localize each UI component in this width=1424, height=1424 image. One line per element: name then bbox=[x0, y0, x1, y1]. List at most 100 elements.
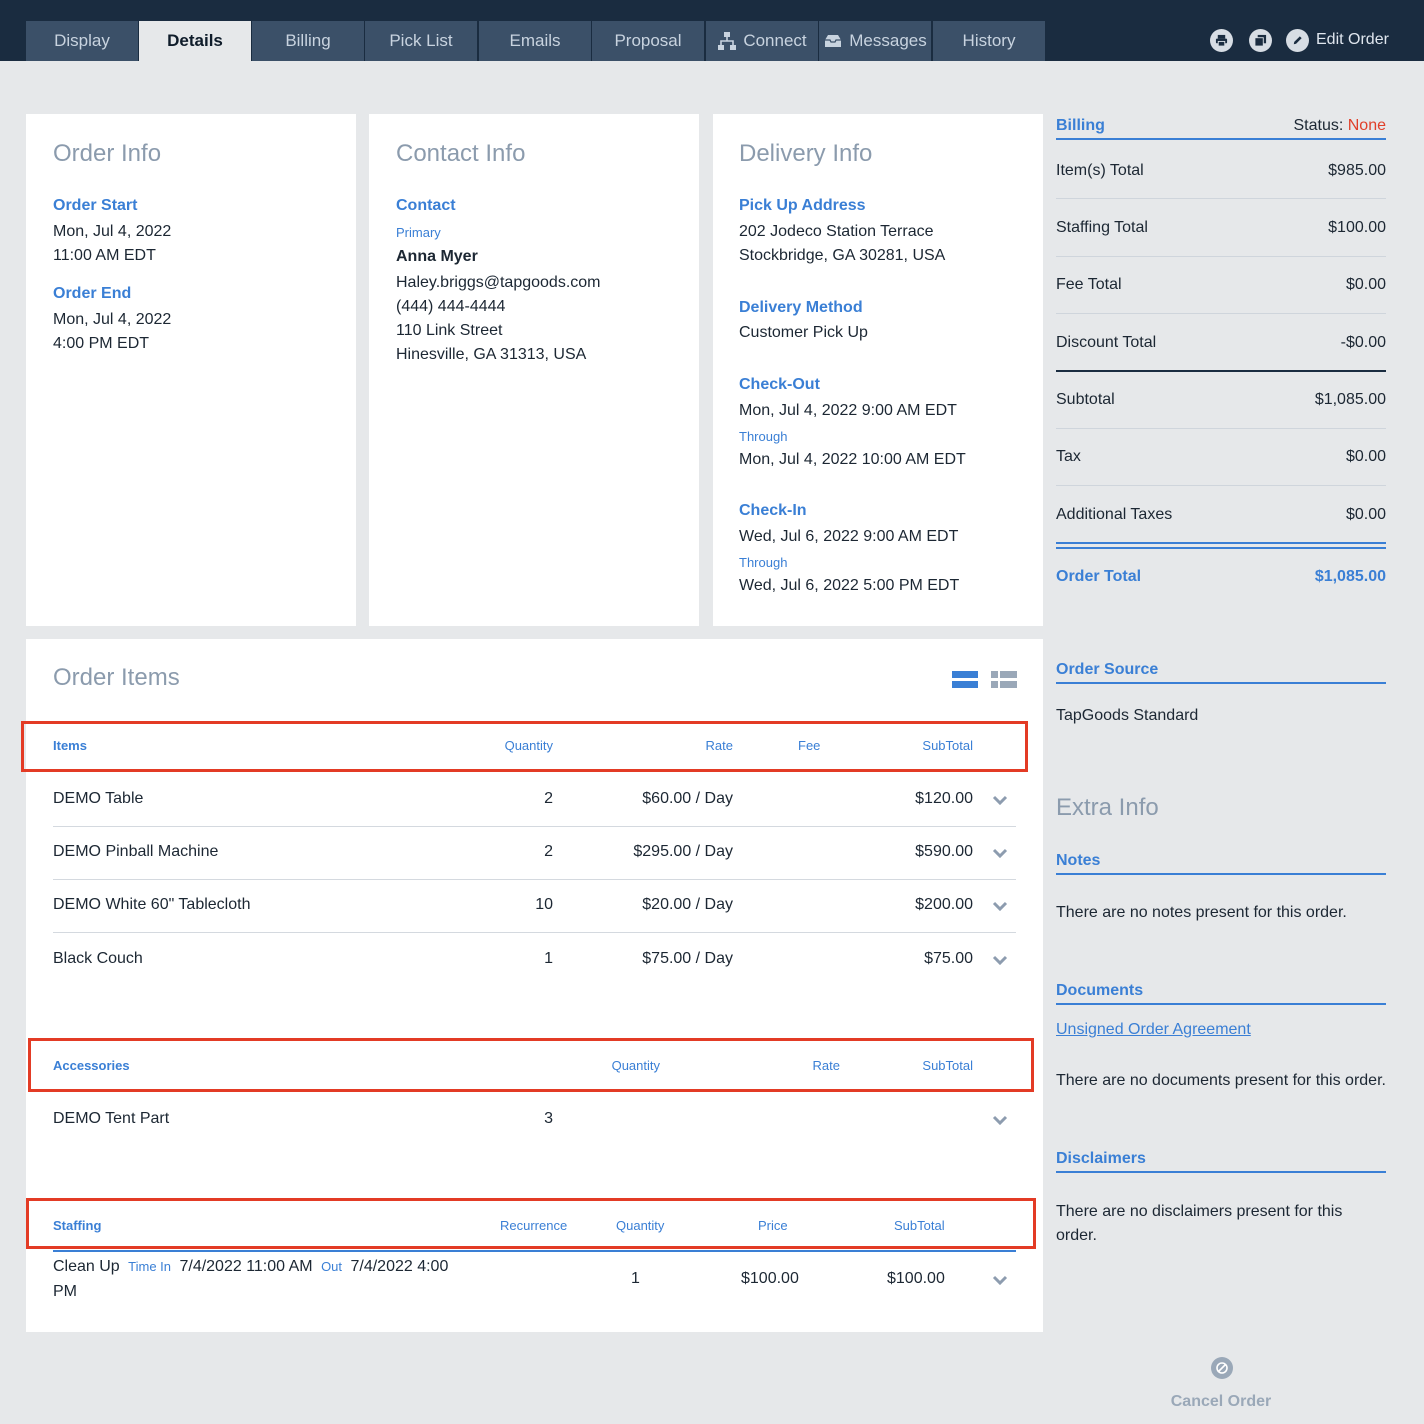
time-in-label: Time In bbox=[128, 1259, 172, 1274]
chevron-down-icon[interactable] bbox=[992, 848, 1008, 858]
check-out-label: Check-Out bbox=[739, 376, 820, 393]
billing-title: Billing bbox=[1056, 117, 1105, 134]
order-total-label: Order Total bbox=[1056, 568, 1142, 585]
unsigned-order-agreement-link[interactable]: Unsigned Order Agreement bbox=[1056, 1021, 1251, 1039]
billing-order-total: Order Total $1,085.00 bbox=[1056, 568, 1386, 588]
billing-row-value: $1,085.00 bbox=[1314, 391, 1386, 408]
cancel-order-button[interactable]: Cancel Order bbox=[1170, 1354, 1272, 1414]
accessories-quantity-header: Quantity bbox=[611, 1058, 660, 1073]
staffing-quantity-header: Quantity bbox=[616, 1218, 665, 1233]
tab-history[interactable]: History bbox=[933, 21, 1045, 61]
row-divider bbox=[53, 932, 1016, 933]
chevron-down-icon[interactable] bbox=[992, 955, 1008, 965]
billing-row-label: Fee Total bbox=[1056, 276, 1122, 293]
cancel-icon bbox=[1211, 1357, 1233, 1379]
billing-row-value: $0.00 bbox=[1345, 448, 1386, 465]
contact-label: Contact bbox=[396, 197, 456, 214]
notes-header: Notes bbox=[1056, 852, 1386, 875]
billing-divider-accent bbox=[1056, 542, 1386, 544]
billing-divider bbox=[1056, 428, 1386, 429]
billing-row-additional-taxes: Additional Taxes $0.00 bbox=[1056, 506, 1386, 526]
billing-row-items-total: Item(s) Total $985.00 bbox=[1056, 162, 1386, 182]
print-button[interactable] bbox=[1210, 29, 1233, 52]
order-start-time: 11:00 AM EDT bbox=[53, 247, 156, 264]
chevron-down-icon[interactable] bbox=[992, 1275, 1008, 1285]
chevron-down-icon[interactable] bbox=[992, 901, 1008, 911]
list-view-toggle[interactable] bbox=[952, 671, 978, 693]
billing-row-label: Tax bbox=[1056, 448, 1081, 465]
status-value: None bbox=[1347, 117, 1386, 134]
contact-street: 110 Link Street bbox=[396, 322, 503, 339]
chevron-down-icon[interactable] bbox=[992, 1115, 1008, 1125]
item-quantity: 2 bbox=[544, 843, 553, 860]
tab-emails[interactable]: Emails bbox=[479, 21, 591, 61]
billing-row-label: Discount Total bbox=[1056, 334, 1157, 351]
status-label: Status: bbox=[1293, 117, 1344, 134]
tab-label: History bbox=[962, 31, 1016, 50]
notes-text: There are no notes present for this orde… bbox=[1056, 904, 1347, 921]
accessories-rate-header: Rate bbox=[812, 1058, 840, 1073]
order-end-label: Order End bbox=[53, 285, 132, 302]
disclaimers-text: There are no disclaimers present for thi… bbox=[1056, 1203, 1343, 1220]
order-info-card bbox=[26, 114, 356, 626]
staff-subtotal: $100.00 bbox=[887, 1270, 945, 1287]
item-subtotal: $75.00 bbox=[924, 950, 973, 967]
detail-view-toggle[interactable] bbox=[991, 671, 1017, 693]
chevron-down-icon[interactable] bbox=[992, 795, 1008, 805]
contact-info-card bbox=[369, 114, 699, 626]
check-out-start: Mon, Jul 4, 2022 9:00 AM EDT bbox=[739, 402, 957, 419]
row-divider bbox=[53, 826, 1016, 827]
top-nav-bar: Display Details Billing Pick List Emails… bbox=[0, 0, 1424, 61]
tab-messages[interactable]: Messages bbox=[819, 21, 931, 61]
item-quantity: 10 bbox=[535, 896, 553, 913]
billing-divider bbox=[1056, 485, 1386, 486]
rate-col-header: Rate bbox=[705, 738, 733, 753]
order-start-date: Mon, Jul 4, 2022 bbox=[53, 223, 172, 240]
disclaimers-header: Disclaimers bbox=[1056, 1150, 1386, 1173]
billing-divider bbox=[1056, 198, 1386, 199]
tab-label: Billing bbox=[285, 31, 331, 50]
billing-row-label: Staffing Total bbox=[1056, 219, 1148, 236]
tab-billing[interactable]: Billing bbox=[252, 21, 364, 61]
billing-row-label: Additional Taxes bbox=[1056, 506, 1173, 523]
row-divider bbox=[53, 879, 1016, 880]
duplicate-button[interactable] bbox=[1249, 29, 1272, 52]
edit-order-button[interactable]: Edit Order bbox=[1286, 28, 1389, 52]
connect-icon bbox=[718, 32, 737, 50]
disclaimers-text-cont: order. bbox=[1056, 1227, 1097, 1244]
print-icon bbox=[1215, 34, 1228, 47]
contact-email[interactable]: Haley.briggs@tapgoods.com bbox=[396, 274, 601, 292]
item-name: DEMO White 60" Tablecloth bbox=[53, 896, 251, 913]
extra-info-title: Extra Info bbox=[1056, 794, 1159, 821]
tab-connect[interactable]: Connect bbox=[706, 21, 818, 61]
tab-label: Proposal bbox=[614, 31, 682, 50]
staffing-header-underline bbox=[53, 1250, 1016, 1252]
billing-header: Billing Status: None bbox=[1056, 117, 1386, 140]
through-label: Through bbox=[739, 555, 788, 570]
billing-row-staffing-total: Staffing Total $100.00 bbox=[1056, 219, 1386, 239]
tab-display[interactable]: Display bbox=[26, 21, 138, 61]
pickup-street: 202 Jodeco Station Terrace bbox=[739, 223, 934, 240]
billing-divider-accent bbox=[1056, 547, 1386, 549]
item-subtotal: $200.00 bbox=[915, 896, 973, 913]
staffing-col-header: Staffing bbox=[53, 1218, 102, 1233]
inbox-icon bbox=[825, 35, 842, 47]
documents-text: There are no documents present for this … bbox=[1056, 1072, 1386, 1089]
check-in-start: Wed, Jul 6, 2022 9:00 AM EDT bbox=[739, 528, 959, 545]
staff-price: $100.00 bbox=[741, 1270, 799, 1287]
delivery-method: Customer Pick Up bbox=[739, 324, 868, 341]
contact-name: Anna Myer bbox=[396, 248, 478, 265]
pickup-address-label: Pick Up Address bbox=[739, 197, 866, 214]
contact-info-title: Contact Info bbox=[396, 140, 526, 167]
recurrence-col-header: Recurrence bbox=[500, 1218, 568, 1233]
item-quantity: 1 bbox=[544, 950, 553, 967]
tab-pick-list[interactable]: Pick List bbox=[365, 21, 477, 61]
billing-status: Status: None bbox=[1293, 117, 1386, 135]
tab-proposal[interactable]: Proposal bbox=[592, 21, 704, 61]
accessories-subtotal-header: SubTotal bbox=[922, 1058, 973, 1073]
tab-label: Messages bbox=[849, 31, 927, 50]
list-view-icon bbox=[952, 671, 978, 688]
contact-city: Hinesville, GA 31313, USA bbox=[396, 346, 587, 363]
detail-list-icon bbox=[991, 671, 1017, 688]
tab-details[interactable]: Details bbox=[139, 21, 251, 61]
